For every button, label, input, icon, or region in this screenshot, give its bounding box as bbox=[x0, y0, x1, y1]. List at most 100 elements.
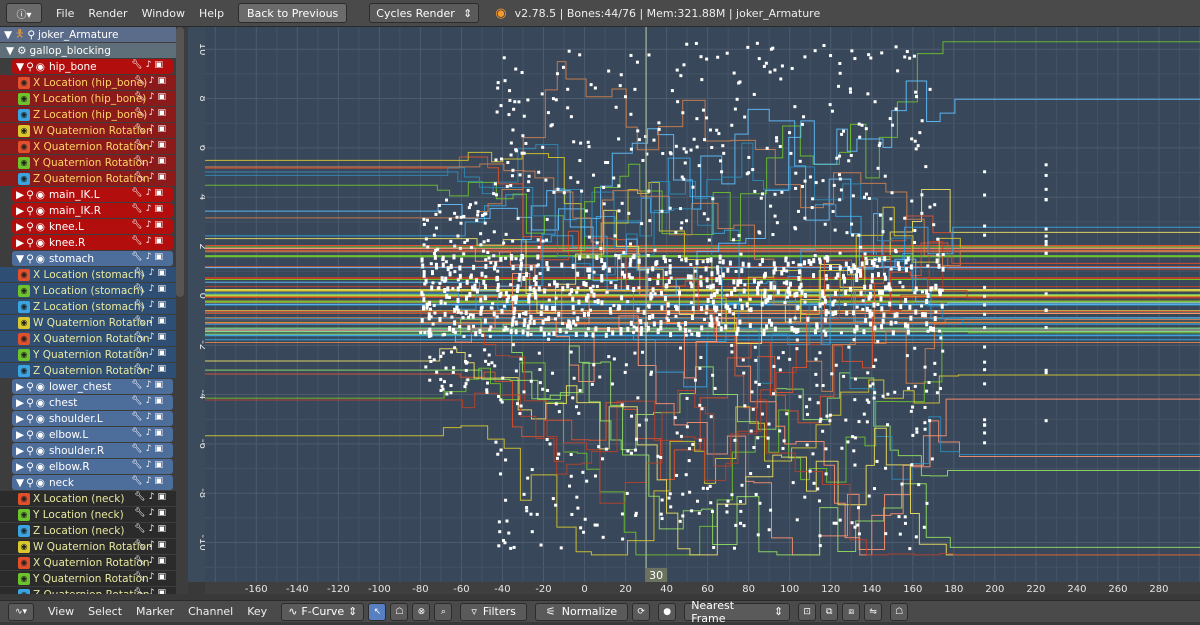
channel-fcurve-row[interactable]: ◉ X Location (neck) 🔧︎ ♪ ▣ bbox=[0, 491, 176, 506]
speaker-icon[interactable]: ♪ bbox=[149, 364, 155, 374]
channel-fcurve-row[interactable]: ◉Z Quaternion Rotation🔧︎♪▣ bbox=[0, 587, 176, 594]
speaker-icon[interactable]: ♪ bbox=[146, 476, 152, 486]
speaker-icon[interactable]: ♪ bbox=[146, 236, 152, 246]
visibility-eye-icon[interactable]: ◉ bbox=[18, 284, 30, 297]
editor-type-button[interactable]: ⓘ▾ bbox=[6, 3, 42, 23]
pivot-button[interactable]: ⊡ bbox=[798, 602, 817, 621]
channel-fcurve-row[interactable]: ◉ W Quaternion Rotation 🔧︎ ♪ ▣ bbox=[0, 123, 176, 138]
wrench-icon[interactable]: 🔧︎ bbox=[134, 588, 145, 594]
lock-icon[interactable]: ▣ bbox=[154, 396, 163, 406]
channel-scrollbar[interactable] bbox=[176, 27, 184, 297]
channel-fcurve-row[interactable]: ◉ W Quaternion Rotation 🔧︎ ♪ ▣ bbox=[0, 539, 176, 554]
visibility-eye-icon[interactable]: ◉ bbox=[18, 588, 30, 594]
channel-fcurve-row[interactable]: ◉ Z Location (neck) 🔧︎ ♪ ▣ bbox=[0, 523, 176, 538]
visibility-eye-icon[interactable]: ◉ bbox=[18, 124, 30, 137]
wrench-icon[interactable]: 🔧︎ bbox=[134, 284, 145, 294]
speaker-icon[interactable]: ♪ bbox=[146, 444, 152, 454]
wrench-icon[interactable]: 🔧︎ bbox=[134, 268, 145, 278]
lock-icon[interactable]: ▣ bbox=[157, 556, 166, 566]
channel-bone-row[interactable]: ▼ ⚲ ◉ stomach 🔧︎ ♪ ▣ bbox=[12, 251, 173, 266]
channel-bone-row[interactable]: ▶ ⚲ ◉ knee.R 🔧︎ ♪ ▣ bbox=[12, 235, 173, 250]
lock-icon[interactable]: ▣ bbox=[154, 476, 163, 486]
visibility-eye-icon[interactable]: ◉ bbox=[18, 172, 30, 185]
speaker-icon[interactable]: ♪ bbox=[149, 492, 155, 502]
lock-icon[interactable]: ▣ bbox=[157, 572, 166, 582]
lock-icon[interactable]: ▣ bbox=[154, 252, 163, 262]
channel-fcurve-row[interactable]: ◉ Y Quaternion Rotation 🔧︎ ♪ ▣ bbox=[0, 347, 176, 362]
channel-bone-row[interactable]: ▼ ⚲ ◉ neck 🔧︎ ♪ ▣ bbox=[12, 475, 173, 490]
speaker-icon[interactable]: ♪ bbox=[146, 412, 152, 422]
speaker-icon[interactable]: ♪ bbox=[149, 140, 155, 150]
speaker-icon[interactable]: ♪ bbox=[146, 460, 152, 470]
render-engine-select[interactable]: Cycles Render ⇕ bbox=[369, 3, 480, 23]
wrench-icon[interactable]: 🔧︎ bbox=[131, 252, 142, 262]
channel-fcurve-row[interactable]: ◉ Y Location (hip_bone) 🔧︎ ♪ ▣ bbox=[0, 91, 176, 106]
speaker-icon[interactable]: ♪ bbox=[149, 268, 155, 278]
lock-icon[interactable]: ▣ bbox=[157, 300, 166, 310]
visibility-eye-icon[interactable]: ◉ bbox=[18, 572, 30, 585]
channel-bone-row[interactable]: ▶ ⚲ ◉ lower_chest 🔧︎ ♪ ▣ bbox=[12, 379, 173, 394]
speaker-icon[interactable]: ♪ bbox=[149, 540, 155, 550]
speaker-icon[interactable]: ♪ bbox=[149, 108, 155, 118]
auto-snap-select[interactable]: Nearest Frame ⇕ bbox=[684, 599, 791, 625]
speaker-icon[interactable]: ♪ bbox=[146, 220, 152, 230]
lock-icon[interactable]: ▣ bbox=[157, 492, 166, 502]
channel-fcurve-row[interactable]: ◉ Z Location (hip_bone) 🔧︎ ♪ ▣ bbox=[0, 107, 176, 122]
lock-icon[interactable]: ▣ bbox=[157, 108, 166, 118]
speaker-icon[interactable]: ♪ bbox=[149, 348, 155, 358]
wrench-icon[interactable]: 🔧︎ bbox=[134, 332, 145, 342]
refresh-button[interactable]: ⟳ bbox=[632, 602, 651, 621]
channel-bone-row[interactable]: ▶ ⚲ ◉ knee.L 🔧︎ ♪ ▣ bbox=[12, 219, 173, 234]
wrench-icon[interactable]: 🔧︎ bbox=[134, 172, 145, 182]
channel-bone-row[interactable]: ▶ ⚲ ◉ main_IK.R 🔧︎ ♪ ▣ bbox=[12, 203, 173, 218]
visibility-eye-icon[interactable]: ◉ bbox=[18, 540, 30, 553]
auto-snap-icon-button[interactable]: ● bbox=[658, 602, 677, 621]
lock-icon[interactable]: ▣ bbox=[157, 508, 166, 518]
wrench-icon[interactable]: 🔧︎ bbox=[134, 92, 145, 102]
menu-channel[interactable]: Channel bbox=[188, 605, 233, 618]
wrench-icon[interactable]: 🔧︎ bbox=[131, 188, 142, 198]
channel-bone-row[interactable]: ▶ ⚲ ◉ shoulder.L 🔧︎ ♪ ▣ bbox=[12, 411, 173, 426]
visibility-eye-icon[interactable]: ◉ bbox=[18, 156, 30, 169]
speaker-icon[interactable]: ♪ bbox=[149, 316, 155, 326]
wrench-icon[interactable]: 🔧︎ bbox=[131, 460, 142, 470]
menu-file[interactable]: File bbox=[56, 7, 74, 20]
lock-icon[interactable]: ▣ bbox=[157, 540, 166, 550]
lock-icon[interactable]: ▣ bbox=[154, 204, 163, 214]
copy-keys-button[interactable]: ⧉ bbox=[820, 602, 839, 621]
visibility-eye-icon[interactable]: ◉ bbox=[18, 92, 30, 105]
wrench-icon[interactable]: 🔧︎ bbox=[131, 396, 142, 406]
channel-action-row[interactable]: ▼ ⚙ gallop_blocking bbox=[0, 43, 176, 58]
lock-icon[interactable]: ▣ bbox=[154, 444, 163, 454]
editor-type-button[interactable]: ∿▾ bbox=[8, 602, 34, 621]
lock-icon[interactable]: ▣ bbox=[154, 460, 163, 470]
menu-help[interactable]: Help bbox=[199, 7, 224, 20]
channel-fcurve-row[interactable]: ◉ Y Location (stomach) 🔧︎ ♪ ▣ bbox=[0, 283, 176, 298]
filters-button[interactable]: ▿ Filters bbox=[460, 602, 527, 621]
wrench-icon[interactable]: 🔧︎ bbox=[134, 540, 145, 550]
menu-render[interactable]: Render bbox=[88, 7, 127, 20]
channel-fcurve-row[interactable]: ◉ X Quaternion Rotation 🔧︎ ♪ ▣ bbox=[0, 331, 176, 346]
only-selected-button[interactable]: ↖ bbox=[368, 602, 387, 621]
channel-fcurve-row[interactable]: ◉ W Quaternion Rotation 🔧︎ ♪ ▣ bbox=[0, 315, 176, 330]
wrench-icon[interactable]: 🔧︎ bbox=[134, 364, 145, 374]
lock-icon[interactable]: ▣ bbox=[157, 524, 166, 534]
menu-window[interactable]: Window bbox=[142, 7, 185, 20]
lock-icon[interactable]: ▣ bbox=[154, 188, 163, 198]
speaker-icon[interactable]: ♪ bbox=[149, 76, 155, 86]
speaker-icon[interactable]: ♪ bbox=[149, 156, 155, 166]
channel-fcurve-row[interactable]: ◉ Y Quaternion Rotation 🔧︎ ♪ ▣ bbox=[0, 571, 176, 586]
wrench-icon[interactable]: 🔧︎ bbox=[131, 236, 142, 246]
speaker-icon[interactable]: ♪ bbox=[146, 204, 152, 214]
speaker-icon[interactable]: ♪ bbox=[149, 124, 155, 134]
speaker-icon[interactable]: ♪ bbox=[149, 556, 155, 566]
wrench-icon[interactable]: 🔧︎ bbox=[134, 108, 145, 118]
speaker-icon[interactable]: ♪ bbox=[149, 572, 155, 582]
wrench-icon[interactable]: 🔧︎ bbox=[134, 348, 145, 358]
wrench-icon[interactable]: 🔧︎ bbox=[134, 300, 145, 310]
wrench-icon[interactable]: 🔧︎ bbox=[134, 508, 145, 518]
lock-icon[interactable]: ▣ bbox=[157, 156, 166, 166]
speaker-icon[interactable]: ♪ bbox=[149, 92, 155, 102]
channel-object-row[interactable]: ▼ 🯅 ⚲ joker_Armature bbox=[0, 27, 176, 42]
visibility-eye-icon[interactable]: ◉ bbox=[18, 332, 30, 345]
